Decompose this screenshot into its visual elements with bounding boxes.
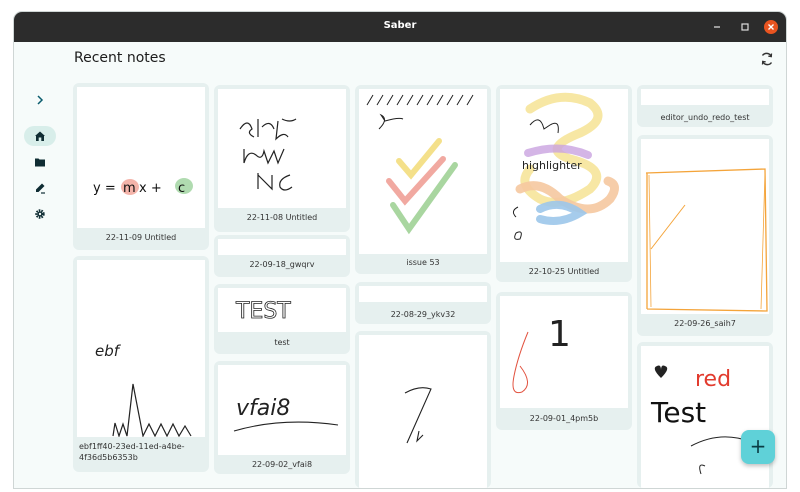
expand-rail-button[interactable] (30, 90, 50, 110)
new-note-button[interactable]: + (741, 430, 775, 464)
minimize-icon (714, 26, 720, 28)
nav-settings[interactable] (24, 204, 56, 224)
sync-icon (761, 52, 773, 66)
handwriting-red: red (695, 367, 731, 392)
window-title: Saber (383, 20, 417, 31)
note-card[interactable]: red Test (637, 342, 773, 488)
note-title: 22-08-29_ykv32 (390, 310, 456, 319)
note-title: editor_undo_redo_test (660, 113, 750, 122)
note-card[interactable]: 22-11-08 Untitled (214, 85, 350, 232)
nav-browse[interactable] (24, 152, 56, 172)
note-card[interactable] (355, 331, 491, 488)
note-card[interactable]: highlighter 22-10-25 Untitled (496, 85, 632, 282)
title-bar: Saber (14, 12, 786, 42)
note-thumbnail (359, 335, 487, 488)
note-card[interactable]: issue 53 (355, 85, 491, 274)
folder-icon (35, 158, 45, 167)
note-title: 22-10-25 Untitled (528, 267, 600, 276)
whiteboard-icon (36, 183, 45, 194)
note-card[interactable]: 22-08-29_ykv32 (355, 282, 491, 324)
page-title: Recent notes (74, 50, 166, 66)
maximize-icon (741, 23, 749, 31)
close-button[interactable] (764, 20, 778, 34)
home-icon (35, 131, 45, 141)
note-thumbnail (218, 239, 346, 255)
gear-icon (35, 209, 45, 219)
note-thumbnail: ebf (77, 260, 205, 437)
minimize-button[interactable] (710, 20, 724, 34)
nav-home[interactable] (24, 126, 56, 146)
note-thumbnail: TEST (218, 288, 346, 332)
note-thumbnail: red Test (641, 346, 769, 488)
equation-x: x + (139, 181, 162, 196)
app-window: Saber Recent notes y = m x + c 22-11-09 … (14, 12, 786, 488)
note-card[interactable]: 1 22-09-01_4pm5b (496, 292, 632, 430)
note-thumbnail (359, 286, 487, 302)
note-card[interactable]: TEST test (214, 284, 350, 354)
handwriting-highlighter: highlighter (522, 159, 582, 172)
note-thumbnail: highlighter (500, 89, 628, 262)
note-card[interactable]: vfai8 22-09-02_vfai8 (214, 361, 350, 474)
handwriting-test: TEST (235, 299, 291, 324)
handwriting-test-word: Test (650, 396, 706, 429)
note-title: 22-09-26_saih7 (674, 319, 736, 328)
close-icon (768, 24, 774, 30)
note-thumbnail: y = m x + c (77, 87, 205, 228)
note-title: 22-09-01_4pm5b (529, 414, 599, 423)
note-title: 22-11-09 Untitled (105, 233, 177, 242)
note-card[interactable]: 22-09-18_gwqrv (214, 235, 350, 277)
note-title: ebf1ff40-23ed-11ed-a4be-4f36d5b6353b (79, 442, 185, 462)
note-title: 22-09-02_vfai8 (251, 460, 313, 469)
note-card[interactable]: 22-09-26_saih7 (637, 135, 773, 336)
note-thumbnail (359, 89, 487, 254)
handwriting-one: 1 (548, 314, 571, 355)
note-thumbnail: 1 (500, 296, 628, 408)
note-card[interactable]: y = m x + c 22-11-09 Untitled (73, 83, 209, 250)
sync-button[interactable] (758, 50, 776, 68)
note-thumbnail (641, 89, 769, 105)
note-title: test (274, 338, 290, 347)
note-title: issue 53 (406, 258, 440, 267)
handwriting-ebf: ebf (95, 342, 122, 360)
note-title: 22-09-18_gwqrv (249, 260, 315, 269)
navigation-rail (14, 42, 66, 488)
note-title: 22-11-08 Untitled (246, 213, 318, 222)
maximize-button[interactable] (738, 20, 752, 34)
note-thumbnail (218, 89, 346, 208)
equation-c: c (178, 181, 185, 196)
chevron-right-icon (37, 95, 44, 105)
note-thumbnail (641, 139, 769, 314)
note-card[interactable]: ebf ebf1ff40-23ed-11ed-a4be-4f36d5b6353b (73, 256, 209, 472)
equation-y: y = (93, 181, 116, 196)
note-thumbnail: vfai8 (218, 365, 346, 455)
nav-whiteboard[interactable] (24, 178, 56, 198)
note-card[interactable]: editor_undo_redo_test (637, 85, 773, 127)
equation-m: m (123, 181, 136, 196)
handwriting-vfai8: vfai8 (236, 396, 290, 421)
